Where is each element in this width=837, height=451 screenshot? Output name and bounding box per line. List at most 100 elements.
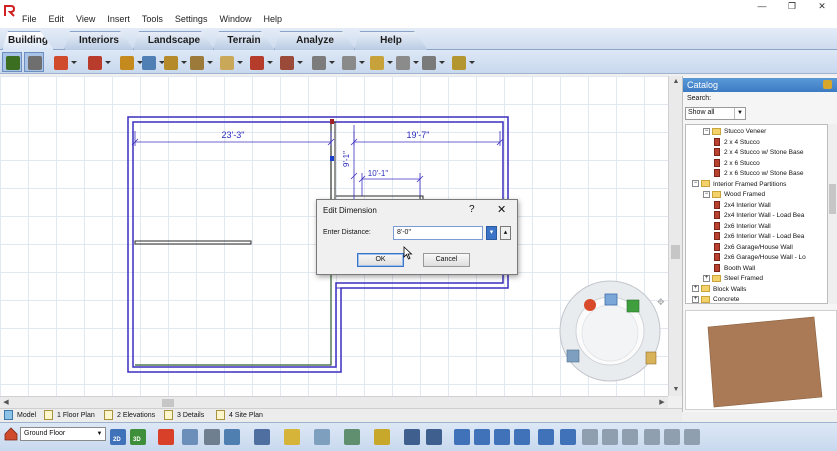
tree-folder[interactable]: + Block Walls xyxy=(692,285,746,295)
collapse-icon[interactable]: − xyxy=(703,127,710,135)
expand-icon[interactable]: + xyxy=(692,295,699,303)
molding-button[interactable] xyxy=(418,52,445,72)
tree-folder[interactable]: − Interior Framed Partitions xyxy=(692,180,786,190)
fly-icon[interactable] xyxy=(664,429,680,445)
camera-icon[interactable] xyxy=(314,429,330,445)
tree-item[interactable]: 2x4 Interior Wall - Load Bea xyxy=(714,211,804,221)
dropdown-arrow-icon[interactable] xyxy=(359,61,365,64)
tab-analyze[interactable]: Analyze xyxy=(274,31,356,50)
tree-item[interactable]: Booth Wall xyxy=(714,263,755,274)
menu-view[interactable]: View xyxy=(70,14,101,24)
catalog-tree-scrollbar[interactable] xyxy=(828,124,837,304)
canvas-vertical-scrollbar[interactable]: ▲ ▼ xyxy=(668,76,682,396)
render-icon[interactable] xyxy=(426,429,442,445)
dialog-close-button[interactable]: ✕ xyxy=(497,203,506,216)
menu-insert[interactable]: Insert xyxy=(101,14,136,24)
railing-button[interactable] xyxy=(308,52,335,72)
view-2d-icon[interactable]: 2D xyxy=(110,429,126,445)
scroll-up-arrow[interactable]: ▲ xyxy=(670,76,682,88)
zoom-out-icon[interactable] xyxy=(474,429,490,445)
tab-interiors[interactable]: Interiors xyxy=(64,31,134,50)
corner-handle[interactable] xyxy=(330,119,334,124)
tree-item[interactable]: 2x6 Interior Wall xyxy=(714,221,771,232)
cabinet-button[interactable] xyxy=(186,52,213,72)
tab-help[interactable]: Help xyxy=(354,31,428,50)
pan-icon[interactable] xyxy=(622,429,638,445)
expand-icon[interactable]: + xyxy=(692,285,699,293)
restore-button[interactable]: ❐ xyxy=(777,0,807,14)
cube-icon[interactable] xyxy=(374,429,390,445)
fireplace-button[interactable] xyxy=(392,52,419,72)
zoom-window-icon[interactable] xyxy=(494,429,510,445)
view-3d-icon[interactable]: 3D xyxy=(130,429,146,445)
tree-folder[interactable]: + Concrete xyxy=(692,295,739,303)
menu-settings[interactable]: Settings xyxy=(169,14,214,24)
tree-folder[interactable]: − Stucco Veneer xyxy=(703,127,766,137)
walk-icon[interactable] xyxy=(582,429,598,445)
dialog-help-button[interactable]: ? xyxy=(469,204,475,215)
menu-edit[interactable]: Edit xyxy=(43,14,71,24)
house-outline-icon[interactable] xyxy=(224,429,240,445)
menu-help[interactable]: Help xyxy=(257,14,288,24)
collapse-icon[interactable]: − xyxy=(692,180,699,188)
dropdown-arrow-icon[interactable] xyxy=(105,61,111,64)
dropdown-arrow-icon[interactable] xyxy=(469,61,475,64)
view-tab-model[interactable]: Model xyxy=(4,410,36,422)
wheel-pan-icon[interactable]: ✥ xyxy=(657,297,665,307)
minimize-button[interactable]: — xyxy=(747,0,777,14)
view-tab-elevations[interactable]: 2 Elevations xyxy=(104,410,155,422)
close-window-button[interactable]: ✕ xyxy=(807,0,837,14)
paint-brush-button[interactable] xyxy=(24,52,44,72)
navigation-wheel[interactable]: ✥ xyxy=(559,280,665,382)
roof-view-icon[interactable] xyxy=(254,429,270,445)
tree-item[interactable]: 2x4 Interior Wall xyxy=(714,200,771,211)
zoom-extents-icon[interactable] xyxy=(560,429,576,445)
light-icon[interactable] xyxy=(284,429,300,445)
horizontal-scroll-thumb[interactable] xyxy=(162,399,174,407)
zoom-fit-icon[interactable] xyxy=(514,429,530,445)
tree-item[interactable]: 2x6 Interior Wall - Load Bea xyxy=(714,232,804,242)
roof-button[interactable] xyxy=(246,52,273,72)
tree-item[interactable]: 2 x 4 Stucco w/ Stone Base xyxy=(714,148,804,158)
menu-tools[interactable]: Tools xyxy=(136,14,169,24)
menu-file[interactable]: File xyxy=(16,14,43,24)
wheel-hand-icon[interactable] xyxy=(645,351,657,365)
tab-landscape[interactable]: Landscape xyxy=(133,31,215,50)
tab-terrain[interactable]: Terrain xyxy=(213,31,275,50)
wheel-2d-icon[interactable] xyxy=(604,293,618,306)
zoom-search-icon[interactable] xyxy=(538,429,554,445)
tree-item[interactable]: 2 x 6 Stucco xyxy=(714,158,760,169)
skylight-button[interactable] xyxy=(276,52,303,72)
dropdown-arrow-icon[interactable] xyxy=(267,61,273,64)
menu-window[interactable]: Window xyxy=(213,14,257,24)
settings-icon[interactable] xyxy=(684,429,700,445)
catalog-scroll-thumb[interactable] xyxy=(829,184,836,214)
select-pointer-button[interactable] xyxy=(2,52,22,72)
view-tab-floor-plan[interactable]: 1 Floor Plan xyxy=(44,410,95,422)
zoom-in-icon[interactable] xyxy=(454,429,470,445)
tree-item[interactable]: 2 x 6 Stucco w/ Stone Base xyxy=(714,169,804,179)
dome-icon[interactable] xyxy=(204,429,220,445)
floor-button[interactable] xyxy=(216,52,243,72)
dropdown-arrow-icon[interactable] xyxy=(237,61,243,64)
layer-icon[interactable] xyxy=(344,429,360,445)
cancel-button[interactable]: Cancel xyxy=(423,253,470,267)
display-icon[interactable] xyxy=(404,429,420,445)
distance-spin-up[interactable]: ▴ xyxy=(500,226,511,240)
cabinet-box-button[interactable] xyxy=(448,52,475,72)
ok-button[interactable]: OK xyxy=(357,253,404,267)
house-button[interactable] xyxy=(50,52,77,72)
wheel-3d-icon[interactable] xyxy=(626,299,640,313)
wall-tool-button[interactable] xyxy=(84,52,111,72)
tree-item[interactable]: 2x6 Garage/House Wall xyxy=(714,242,793,253)
scroll-down-arrow[interactable]: ▼ xyxy=(670,384,682,396)
tree-folder[interactable]: − Wood Framed xyxy=(703,190,765,200)
canvas-horizontal-scrollbar[interactable]: ◀ ▶ xyxy=(0,396,668,408)
door-button[interactable] xyxy=(116,52,143,72)
dropdown-arrow-icon[interactable] xyxy=(297,61,303,64)
tab-building[interactable]: Building xyxy=(2,31,54,50)
look-icon[interactable] xyxy=(644,429,660,445)
plan-canvas[interactable]: 23'-3" 19'-7" 9'-1" 10'-1" ✥ Edit Dimens… xyxy=(0,76,668,396)
pin-icon[interactable] xyxy=(823,80,832,89)
orbit-icon[interactable] xyxy=(602,429,618,445)
